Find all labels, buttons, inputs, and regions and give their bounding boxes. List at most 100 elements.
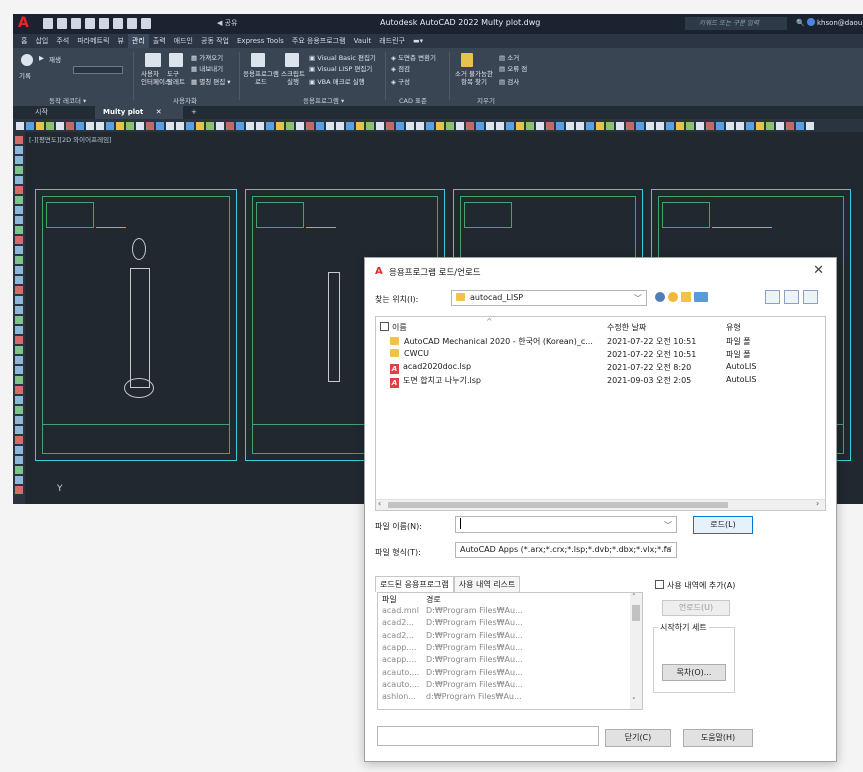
toolbar-tool-icon[interactable] xyxy=(756,121,764,130)
ribbon-tab[interactable]: 출력 xyxy=(149,34,170,48)
toolbar-tool-icon[interactable] xyxy=(186,121,194,130)
vlisp-editor-button[interactable]: ▣ Visual LISP 편집기 xyxy=(309,63,372,73)
toolbar-tool-icon[interactable] xyxy=(766,121,774,130)
palette-tool-icon[interactable] xyxy=(15,216,23,224)
scroll-right-icon[interactable]: › xyxy=(816,499,819,508)
file-name-input[interactable]: ﹀ xyxy=(455,516,677,533)
tab-start[interactable]: 시작 xyxy=(27,106,56,119)
loaded-app-item[interactable]: acapp.... D:₩Program Files₩Au... xyxy=(378,655,628,667)
file-list-item[interactable]: Aacad2020doc.lsp 2021-07-22 오전 8:20 AutoLI… xyxy=(376,361,825,374)
toolbar-tool-icon[interactable] xyxy=(626,121,634,130)
toolbar-tool-icon[interactable] xyxy=(316,121,324,130)
toolbar-tool-icon[interactable] xyxy=(806,121,814,130)
find-icon[interactable] xyxy=(784,290,799,304)
layer-translator-button[interactable]: ◈ 도면층 변환기 xyxy=(391,52,436,62)
toolbar-tool-icon[interactable] xyxy=(336,121,344,130)
palette-tool-icon[interactable] xyxy=(15,236,23,244)
loaded-column-file[interactable]: 파일 xyxy=(382,594,397,605)
run-script-icon[interactable] xyxy=(285,53,299,67)
toolbar-tool-icon[interactable] xyxy=(326,121,334,130)
palette-tool-icon[interactable] xyxy=(15,376,23,384)
up-folder-icon[interactable] xyxy=(668,292,678,302)
toolbar-tool-icon[interactable] xyxy=(26,121,34,130)
palette-tool-icon[interactable] xyxy=(15,286,23,294)
web-icon[interactable] xyxy=(99,18,109,29)
toolbar-tool-icon[interactable] xyxy=(786,121,794,130)
new-folder-icon[interactable] xyxy=(681,292,691,302)
toolbar-tool-icon[interactable] xyxy=(106,121,114,130)
toolbar-tool-icon[interactable] xyxy=(126,121,134,130)
add-to-history-checkbox[interactable]: 사용 내역에 추가(A) xyxy=(655,580,735,591)
toolbar-tool-icon[interactable] xyxy=(206,121,214,130)
toolbar-tool-icon[interactable] xyxy=(356,121,364,130)
toolbar-tool-icon[interactable] xyxy=(546,121,554,130)
palette-tool-icon[interactable] xyxy=(15,456,23,464)
vertical-scrollbar[interactable]: ˄ ˅ xyxy=(630,593,642,709)
toolbar-tool-icon[interactable] xyxy=(176,121,184,130)
palette-tool-icon[interactable] xyxy=(15,386,23,394)
palette-tool-icon[interactable] xyxy=(15,146,23,154)
loaded-applications-list[interactable]: 파일 경로 acad.mnl D:₩Program Files₩Au... acad… xyxy=(377,592,643,710)
toolbar-tool-icon[interactable] xyxy=(486,121,494,130)
record-icon[interactable] xyxy=(21,54,33,66)
toolbar-tool-icon[interactable] xyxy=(56,121,64,130)
autocad-logo-icon[interactable]: A xyxy=(18,16,32,31)
toolbar-tool-icon[interactable] xyxy=(396,121,404,130)
record-button[interactable]: 기록 xyxy=(19,70,31,80)
find-non-purgeable-button[interactable]: 소거 불가능한 항목 찾기 xyxy=(455,70,493,86)
toolbar-tool-icon[interactable] xyxy=(556,121,564,130)
file-list-item[interactable]: AutoCAD Mechanical 2020 - 한국어 (Korean)_c… xyxy=(376,335,825,348)
toolbar-tool-icon[interactable] xyxy=(66,121,74,130)
toolbar-tool-icon[interactable] xyxy=(406,121,414,130)
ribbon-tab[interactable]: 애드인 xyxy=(170,34,197,48)
toolbar-tool-icon[interactable] xyxy=(696,121,704,130)
load-app-icon[interactable] xyxy=(251,53,265,67)
toolbar-tool-icon[interactable] xyxy=(76,121,84,130)
column-header-date[interactable]: 수정한 날짜 xyxy=(607,322,646,333)
toolbar-tool-icon[interactable] xyxy=(116,121,124,130)
inspect-button[interactable]: ▤ 검사 xyxy=(499,76,519,86)
vba-macro-button[interactable]: ▣ VBA 매크로 실행 xyxy=(309,76,365,86)
palette-tool-icon[interactable] xyxy=(15,366,23,374)
toolbar-tool-icon[interactable] xyxy=(476,121,484,130)
palette-tool-icon[interactable] xyxy=(15,186,23,194)
toolbar-tool-icon[interactable] xyxy=(16,121,24,130)
export-button[interactable]: ▦ 내보내기 xyxy=(191,63,223,73)
check-standards-button[interactable]: ◈ 점검 xyxy=(391,63,410,73)
loaded-app-item[interactable]: ashlon... d:₩Program Files₩Au... xyxy=(378,692,628,704)
configure-standards-button[interactable]: ◈ 구성 xyxy=(391,76,410,86)
scrollbar-thumb[interactable] xyxy=(632,605,640,621)
toolbar-tool-icon[interactable] xyxy=(306,121,314,130)
macro-dropdown[interactable] xyxy=(73,66,123,74)
palette-tool-icon[interactable] xyxy=(15,466,23,474)
loaded-column-path[interactable]: 경로 xyxy=(426,594,441,605)
toolbar-tool-icon[interactable] xyxy=(376,121,384,130)
back-icon[interactable] xyxy=(655,292,665,302)
toolbar-tool-icon[interactable] xyxy=(536,121,544,130)
toolbar-tool-icon[interactable] xyxy=(636,121,644,130)
user-account[interactable]: 🔍 khson@daou... xyxy=(796,18,863,27)
tab-multy-plot[interactable]: Multy plot ✕ xyxy=(95,106,183,119)
toolbar-tool-icon[interactable] xyxy=(346,121,354,130)
palette-tool-icon[interactable] xyxy=(15,396,23,404)
toolbar-tool-icon[interactable] xyxy=(86,121,94,130)
new-tab-button[interactable]: + xyxy=(183,106,205,119)
help-button[interactable]: 도움말(H) xyxy=(683,729,753,747)
toolbar-tool-icon[interactable] xyxy=(676,121,684,130)
toolbar-tool-icon[interactable] xyxy=(576,121,584,130)
toolbar-tool-icon[interactable] xyxy=(276,121,284,130)
close-button[interactable]: 닫기(C) xyxy=(605,729,671,747)
horizontal-scrollbar[interactable]: ‹ › xyxy=(376,499,825,510)
palette-tool-icon[interactable] xyxy=(15,476,23,484)
palette-tool-icon[interactable] xyxy=(15,136,23,144)
load-button[interactable]: 로드(L) xyxy=(693,516,753,534)
toolbar-tool-icon[interactable] xyxy=(296,121,304,130)
palette-tool-icon[interactable] xyxy=(15,416,23,424)
new-icon[interactable] xyxy=(43,18,53,29)
toolbar-tool-icon[interactable] xyxy=(246,121,254,130)
file-type-dropdown[interactable]: AutoCAD Apps (*.arx;*.crx;*.lsp;*.dvb;*.… xyxy=(455,542,677,558)
toolbar-tool-icon[interactable] xyxy=(516,121,524,130)
scrollbar-thumb[interactable] xyxy=(388,502,728,508)
ribbon-tab[interactable]: 파라메트릭 xyxy=(73,34,113,48)
purge-button[interactable]: ▤ 소거 xyxy=(499,52,519,62)
